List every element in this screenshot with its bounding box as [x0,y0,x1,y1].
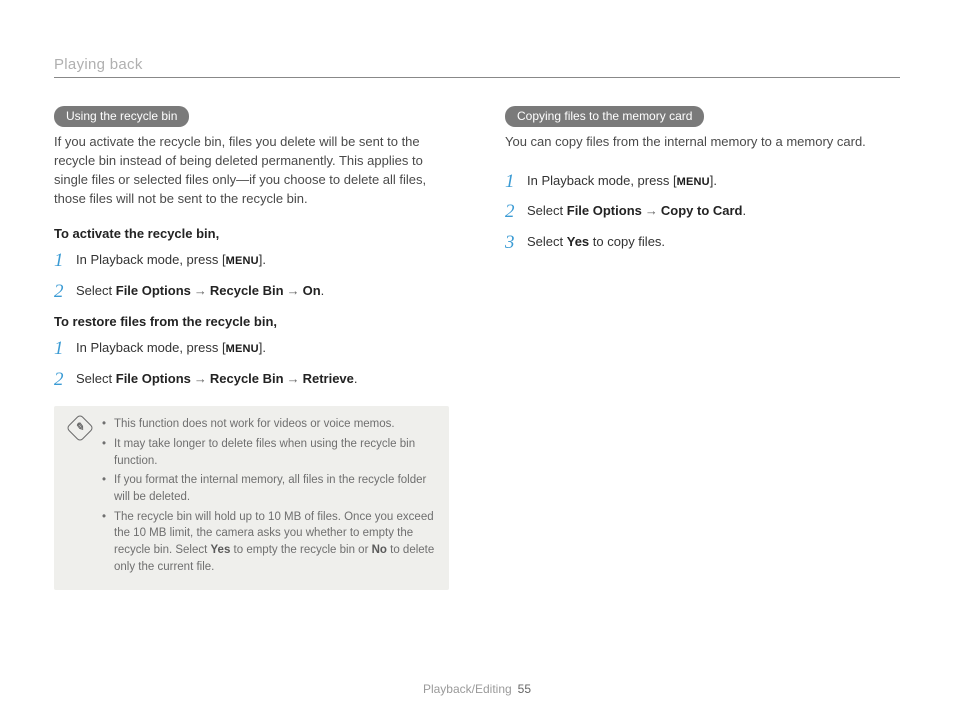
arrow-icon: → [284,371,303,386]
arrow-icon: → [191,283,210,298]
step-item: 1 In Playback mode, press [MENU]. [54,249,449,270]
menu-button-label: MENU [677,176,710,188]
text: to copy files. [589,234,665,249]
subheading-activate: To activate the recycle bin, [54,226,449,241]
menu-path-item: File Options [567,203,642,218]
steps-restore: 1 In Playback mode, press [MENU]. 2 Sele… [54,337,449,388]
step-number: 2 [54,282,76,301]
subheading-restore: To restore files from the recycle bin, [54,314,449,329]
text: . [743,203,747,218]
step-item: 1 In Playback mode, press [MENU]. [54,337,449,358]
step-item: 2 Select File Options→Recycle Bin→Retrie… [54,368,449,389]
arrow-icon: → [191,371,210,386]
step-number: 1 [54,251,76,270]
text: Select [527,234,567,249]
arrow-icon: → [284,283,303,298]
arrow-icon: → [642,203,661,218]
menu-button-label: MENU [226,343,259,355]
text: Select [527,203,567,218]
text: to empty the recycle bin or [230,544,371,556]
left-column: Using the recycle bin If you activate th… [54,106,449,590]
step-number: 2 [505,202,527,221]
recycle-intro: If you activate the recycle bin, files y… [54,133,449,208]
menu-path-item: File Options [116,371,191,386]
step-item: 2 Select File Options→Recycle Bin→On. [54,280,449,301]
manual-page: Playing back Using the recycle bin If yo… [0,0,954,720]
step-number: 1 [54,339,76,358]
copy-intro: You can copy files from the internal mem… [505,133,900,152]
section-pill-recycle: Using the recycle bin [54,106,189,127]
step-item: 3 Select Yes to copy files. [505,231,900,252]
menu-button-label: MENU [226,255,259,267]
note-list: This function does not work for videos o… [102,416,437,578]
page-header-title: Playing back [54,56,900,77]
step-text: In Playback mode, press [MENU]. [76,250,266,270]
text: ]. [259,340,266,355]
step-number: 2 [54,370,76,389]
text: In Playback mode, press [ [76,340,226,355]
menu-path-item: Recycle Bin [210,371,284,386]
step-item: 2 Select File Options→Copy to Card. [505,200,900,221]
header-rule [54,77,900,78]
step-number: 1 [505,172,527,191]
text: . [321,283,325,298]
text: In Playback mode, press [ [527,173,677,188]
note-icon: ✎ [66,414,94,442]
note-item: If you format the internal memory, all f… [102,472,437,505]
section-pill-copy: Copying files to the memory card [505,106,704,127]
right-column: Copying files to the memory card You can… [505,106,900,590]
step-text: Select File Options→Recycle Bin→On. [76,281,324,301]
step-item: 1 In Playback mode, press [MENU]. [505,170,900,191]
text: Select [76,283,116,298]
step-number: 3 [505,233,527,252]
note-item: It may take longer to delete files when … [102,436,437,469]
content-columns: Using the recycle bin If you activate th… [54,106,900,590]
footer-page-number: 55 [518,682,531,696]
option-no: No [372,544,387,556]
option-yes: Yes [567,234,589,249]
page-footer: Playback/Editing 55 [0,682,954,696]
step-text: In Playback mode, press [MENU]. [527,171,717,191]
steps-activate: 1 In Playback mode, press [MENU]. 2 Sele… [54,249,449,300]
step-text: In Playback mode, press [MENU]. [76,338,266,358]
text: . [354,371,358,386]
text: In Playback mode, press [ [76,252,226,267]
steps-copy: 1 In Playback mode, press [MENU]. 2 Sele… [505,170,900,252]
footer-section: Playback/Editing [423,682,512,696]
menu-path-item: On [303,283,321,298]
text: ]. [710,173,717,188]
menu-path-item: Retrieve [303,371,354,386]
step-text: Select File Options→Recycle Bin→Retrieve… [76,369,358,389]
text: Select [76,371,116,386]
note-item: The recycle bin will hold up to 10 MB of… [102,509,437,576]
text: ]. [259,252,266,267]
option-yes: Yes [211,544,231,556]
note-item: This function does not work for videos o… [102,416,437,433]
menu-path-item: File Options [116,283,191,298]
step-text: Select Yes to copy files. [527,232,665,252]
note-box: ✎ This function does not work for videos… [54,406,449,590]
menu-path-item: Recycle Bin [210,283,284,298]
step-text: Select File Options→Copy to Card. [527,201,746,221]
menu-path-item: Copy to Card [661,203,743,218]
